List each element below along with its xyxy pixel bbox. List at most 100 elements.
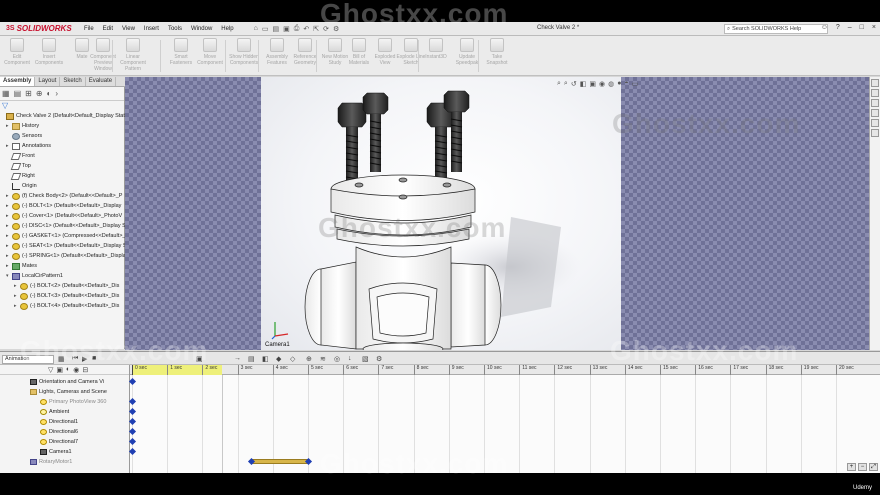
expand-panel-icon[interactable]: ›	[55, 89, 58, 98]
command-show-hidden-components[interactable]: Show Hidden Components	[229, 38, 259, 66]
open-icon[interactable]: ▤	[273, 25, 280, 33]
appearances-icon[interactable]	[871, 119, 879, 127]
dimxpert-icon[interactable]: ⊕	[36, 89, 43, 98]
custom-properties-icon[interactable]	[871, 129, 879, 137]
motion-tree-item[interactable]: Primary PhotoView 360	[40, 397, 106, 407]
tree-node[interactable]: Sensors	[6, 131, 42, 141]
zoom-fit-icon[interactable]: ⌕	[557, 80, 561, 88]
feature-tree-icon[interactable]: ▦	[2, 89, 10, 98]
configuration-manager-icon[interactable]: ⊞	[25, 89, 32, 98]
motion-tree-item[interactable]: Orientation and Camera Vi	[30, 377, 104, 387]
view-orientation-icon[interactable]: ▣	[589, 80, 596, 88]
zoom-to-fit-icon[interactable]: ⤢	[869, 463, 878, 471]
tab-assembly[interactable]: Assembly	[0, 77, 36, 86]
command-instant3d[interactable]: Instant3D	[421, 38, 451, 60]
tree-node[interactable]: ▸ (-) GASKET<1> (Compressed<<Default>_	[6, 231, 125, 241]
tab-sketch[interactable]: Sketch	[60, 77, 86, 86]
command-linear-component-pattern[interactable]: Linear Component Pattern	[118, 38, 148, 72]
display-manager-icon[interactable]: ◐	[47, 89, 52, 98]
motion-tree-item[interactable]: Directional1	[40, 417, 78, 427]
keyframe[interactable]	[128, 417, 137, 426]
motion-tree-item[interactable]: Ambient	[40, 407, 69, 417]
design-library-icon[interactable]	[871, 89, 879, 97]
user-icon[interactable]: ☺	[821, 24, 828, 31]
gravity-icon[interactable]: ↓	[348, 355, 352, 362]
keyframe[interactable]	[128, 397, 137, 406]
filter-selected-icon[interactable]: ◐	[66, 366, 70, 373]
spring-icon[interactable]: ≋	[320, 355, 326, 363]
property-manager-icon[interactable]: ▤	[14, 89, 22, 98]
keyframe[interactable]	[128, 447, 137, 456]
previous-view-icon[interactable]: ↺	[571, 80, 577, 88]
bolt-left-2[interactable]	[362, 92, 389, 172]
command-smart-fasteners[interactable]: Smart Fasteners	[166, 38, 196, 66]
solidworks-logo[interactable]: 3S SOLIDWORKS	[6, 24, 76, 33]
tree-node[interactable]: Origin	[6, 181, 37, 191]
keyframe[interactable]	[128, 377, 137, 386]
results-icon[interactable]: ▧	[362, 355, 369, 363]
add-key-icon[interactable]: ◇	[290, 355, 295, 363]
command-insert-components[interactable]: Insert Components	[34, 38, 64, 66]
tree-node[interactable]: ▸ (-) BOLT<3> (Default<<Default>_Dis	[14, 291, 119, 301]
tree-node[interactable]: Check Valve 2 (Default<Default_Display S…	[0, 111, 130, 121]
tree-node[interactable]: ▸ (f) Check Body<2> (Default<<Default>_P	[6, 191, 122, 201]
tree-node[interactable]: ▸ (-) SPRING<1> (Default<<Default>_Displa	[6, 251, 126, 261]
print-icon[interactable]: ⎙	[294, 25, 300, 33]
zoom-in-icon[interactable]: +	[847, 463, 856, 471]
help-search-input[interactable]: ⌕ Search SOLIDWORKS Help	[724, 24, 828, 34]
playback-mode-icon[interactable]: →	[234, 355, 241, 362]
tree-node[interactable]: ▸ (-) BOLT<4> (Default<<Default>_Dis	[14, 301, 119, 311]
motion-tree-item[interactable]: Directional6	[40, 427, 78, 437]
menu-insert[interactable]: Insert	[144, 26, 159, 32]
motor-icon[interactable]: ⊕	[306, 355, 312, 363]
command-assembly-features[interactable]: Assembly Features	[262, 38, 292, 66]
view-settings-icon[interactable]: ▭	[632, 80, 639, 88]
study-properties-icon[interactable]: ⚙	[376, 355, 382, 363]
command-take-snapshot[interactable]: Take Snapshot	[482, 38, 512, 66]
menu-tools[interactable]: Tools	[168, 26, 182, 32]
command-component-preview-window[interactable]: Component Preview Window	[88, 38, 118, 72]
minimize-icon[interactable]: –	[848, 24, 852, 31]
keyframe[interactable]	[128, 437, 137, 446]
view-palette-icon[interactable]	[871, 109, 879, 117]
help-icon[interactable]: ?	[836, 24, 840, 31]
close-icon[interactable]: ×	[872, 24, 876, 31]
command-move-component[interactable]: Move Component	[195, 38, 225, 66]
menu-help[interactable]: Help	[221, 26, 233, 32]
file-explorer-icon[interactable]	[871, 99, 879, 107]
save-icon[interactable]: ▣	[283, 25, 290, 33]
tree-node[interactable]: Right	[6, 171, 35, 181]
zoom-out-icon[interactable]: −	[858, 463, 867, 471]
filter-icon[interactable]: ▽	[0, 101, 124, 111]
hide-show-icon[interactable]: ◍	[608, 80, 614, 88]
select-icon[interactable]: ⇱	[313, 25, 319, 33]
tree-node[interactable]: ▸ (-) DISC<1> (Default<<Default>_Display …	[6, 221, 126, 231]
menu-view[interactable]: View	[122, 26, 135, 32]
undo-icon[interactable]: ↶	[303, 25, 309, 33]
tree-node[interactable]: ▾ LocalCirPattern1	[6, 271, 63, 281]
tab-evaluate[interactable]: Evaluate	[86, 77, 117, 86]
tree-node[interactable]: ▸ (-) BOLT<1> (Default<<Default>_Display	[6, 201, 121, 211]
menu-window[interactable]: Window	[191, 26, 212, 32]
animation-wizard-icon[interactable]: ◧	[262, 355, 269, 363]
autokey-icon[interactable]: ◆	[276, 355, 281, 363]
tree-node[interactable]: ▸ (-) BOLT<2> (Default<<Default>_Dis	[14, 281, 119, 291]
home-icon[interactable]: ⌂	[254, 25, 258, 33]
edit-appearance-icon[interactable]: ●	[617, 80, 621, 88]
tree-node[interactable]: ▸ Annotations	[6, 141, 51, 151]
motion-tree-item[interactable]: Lights, Cameras and Scene	[30, 387, 107, 397]
tree-node[interactable]: Front	[6, 151, 35, 161]
section-view-icon[interactable]: ◧	[580, 80, 587, 88]
new-document-icon[interactable]: ▭	[262, 25, 269, 33]
tree-node[interactable]: Top	[6, 161, 31, 171]
keyframe[interactable]	[128, 427, 137, 436]
tree-node[interactable]: ▸ (-) SEAT<1> (Default<<Default>_Display …	[6, 241, 127, 251]
motion-tree-item[interactable]: Camera1	[40, 447, 72, 457]
display-style-icon[interactable]: ◉	[599, 80, 605, 88]
menu-file[interactable]: File	[84, 26, 94, 32]
keyframe[interactable]	[128, 407, 137, 416]
tab-layout[interactable]: Layout	[35, 77, 61, 86]
maximize-icon[interactable]: □	[860, 24, 864, 31]
save-animation-icon[interactable]: ▤	[248, 355, 255, 363]
motion-tree-item[interactable]: Directional7	[40, 437, 78, 447]
